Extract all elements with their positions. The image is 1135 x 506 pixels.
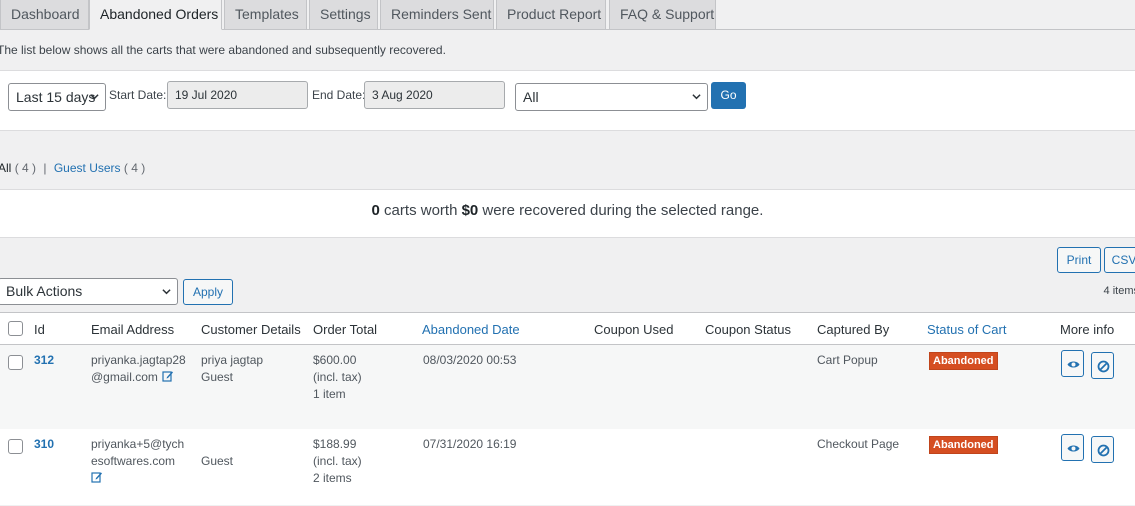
start-date-label: Start Date: <box>109 88 167 102</box>
column-id[interactable]: Id <box>34 322 45 337</box>
order-total-cell: $188.99 (incl. tax) 2 items <box>313 436 362 487</box>
tab-dashboard[interactable]: Dashboard <box>0 0 89 30</box>
cart-type-select[interactable]: All <box>515 83 708 111</box>
summary-cart-count: 0 <box>371 202 380 219</box>
customer-name: priya jagtap <box>201 353 264 367</box>
view-details-button[interactable] <box>1061 350 1084 377</box>
column-more-info: More info <box>1060 322 1115 337</box>
view-details-button[interactable] <box>1061 434 1084 461</box>
intro-text: The list below shows all the carts that … <box>0 43 446 57</box>
status-badge: Abandoned <box>929 352 998 370</box>
csv-button[interactable]: CSV <box>1104 247 1135 273</box>
tax-note: (incl. tax) <box>313 370 362 384</box>
go-button[interactable]: Go <box>711 82 746 109</box>
email-line-2: @gmail.com <box>91 370 158 384</box>
date-filter-bar: Last 15 days Start Date: 19 Jul 2020 End… <box>0 70 1135 131</box>
item-count: 1 item <box>313 387 346 401</box>
view-guest-count: ( 4 ) <box>123 161 146 175</box>
order-total: $600.00 <box>313 353 357 367</box>
customer-cell: Guest <box>201 436 233 470</box>
column-abandoned-date[interactable]: Abandoned Date <box>422 322 520 337</box>
nav-tabs: Dashboard Abandoned Orders Templates Set… <box>0 0 1135 30</box>
summary-amount: $0 <box>461 202 479 219</box>
block-icon <box>1097 360 1110 373</box>
eye-icon <box>1067 445 1080 452</box>
customer-type: Guest <box>201 370 234 384</box>
order-total-cell: $600.00 (incl. tax) 1 item <box>313 352 362 403</box>
select-all-checkbox[interactable] <box>8 321 23 336</box>
view-filters: All ( 4 ) | Guest Users ( 4 ) <box>0 161 145 175</box>
date-range-select[interactable]: Last 15 days <box>8 83 106 111</box>
chevron-down-icon <box>162 289 171 295</box>
start-date-input[interactable]: 19 Jul 2020 <box>167 81 308 109</box>
end-date-label: End Date: <box>312 88 366 102</box>
customer-type: Guest <box>201 454 234 468</box>
captured-by-cell: Checkout Page <box>817 437 900 451</box>
view-all-link[interactable]: All <box>0 161 11 175</box>
table-row: 312 priyanka.jagtap28 @gmail.com priya j… <box>0 345 1135 429</box>
date-range-value: Last 15 days <box>16 89 96 105</box>
print-button[interactable]: Print <box>1057 247 1101 273</box>
tab-templates[interactable]: Templates <box>224 0 307 30</box>
email-line-2: esoftwares.com <box>91 454 176 468</box>
tab-faq-support[interactable]: FAQ & Support <box>609 0 716 30</box>
items-count: 4 items <box>1103 285 1135 297</box>
table-row: 310 priyanka+5@tych esoftwares.com Guest… <box>0 429 1135 506</box>
column-email: Email Address <box>91 322 175 337</box>
recovery-summary: 0 carts worth $0 were recovered during t… <box>0 189 1135 238</box>
row-checkbox[interactable] <box>8 355 23 370</box>
view-all-count: ( 4 ) <box>14 161 37 175</box>
apply-button[interactable]: Apply <box>183 279 233 305</box>
cancel-cart-button[interactable] <box>1091 436 1114 463</box>
captured-by-cell: Cart Popup <box>817 353 878 367</box>
edit-icon[interactable] <box>162 370 174 382</box>
email-line-1: priyanka.jagtap28 <box>91 353 186 367</box>
abandoned-date-cell: 07/31/2020 16:19 <box>423 437 517 451</box>
eye-icon <box>1067 361 1080 368</box>
tax-note: (incl. tax) <box>313 454 362 468</box>
view-separator: | <box>43 161 47 175</box>
email-cell: priyanka+5@tych esoftwares.com <box>91 436 191 487</box>
bulk-actions-value: Bulk Actions <box>6 283 83 299</box>
customer-name <box>201 436 233 453</box>
chevron-down-icon <box>90 94 99 100</box>
column-coupon-used: Coupon Used <box>594 322 674 337</box>
column-order-total: Order Total <box>313 322 378 337</box>
order-id-link[interactable]: 312 <box>34 353 54 367</box>
email-cell: priyanka.jagtap28 @gmail.com <box>91 352 191 386</box>
edit-icon[interactable] <box>91 471 103 483</box>
orders-table: Id Email Address Customer Details Order … <box>0 312 1135 505</box>
column-coupon-status: Coupon Status <box>705 322 792 337</box>
tab-settings[interactable]: Settings <box>309 0 378 30</box>
order-id-link[interactable]: 310 <box>34 437 54 451</box>
order-total: $188.99 <box>313 437 357 451</box>
status-badge: Abandoned <box>929 436 998 454</box>
cart-type-value: All <box>523 89 539 105</box>
tab-reminders-sent[interactable]: Reminders Sent <box>380 0 494 30</box>
column-customer: Customer Details <box>201 322 301 337</box>
abandoned-date-cell: 08/03/2020 00:53 <box>423 353 517 367</box>
column-status[interactable]: Status of Cart <box>927 322 1006 337</box>
tab-abandoned-orders[interactable]: Abandoned Orders <box>89 0 222 30</box>
summary-text-1: carts worth <box>379 202 462 219</box>
row-checkbox[interactable] <box>8 439 23 454</box>
view-guest-users-link[interactable]: Guest Users <box>54 161 121 175</box>
cancel-cart-button[interactable] <box>1091 352 1114 379</box>
tab-product-report[interactable]: Product Report <box>496 0 606 30</box>
block-icon <box>1097 444 1110 457</box>
customer-cell: priya jagtap Guest <box>201 352 263 386</box>
summary-text-2: were recovered during the selected range… <box>478 202 764 219</box>
item-count: 2 items <box>313 471 352 485</box>
column-captured-by: Captured By <box>817 322 890 337</box>
end-date-input[interactable]: 3 Aug 2020 <box>364 81 505 109</box>
bulk-actions-select[interactable]: Bulk Actions <box>0 278 178 305</box>
chevron-down-icon <box>692 94 701 100</box>
email-line-1: priyanka+5@tych <box>91 437 185 451</box>
